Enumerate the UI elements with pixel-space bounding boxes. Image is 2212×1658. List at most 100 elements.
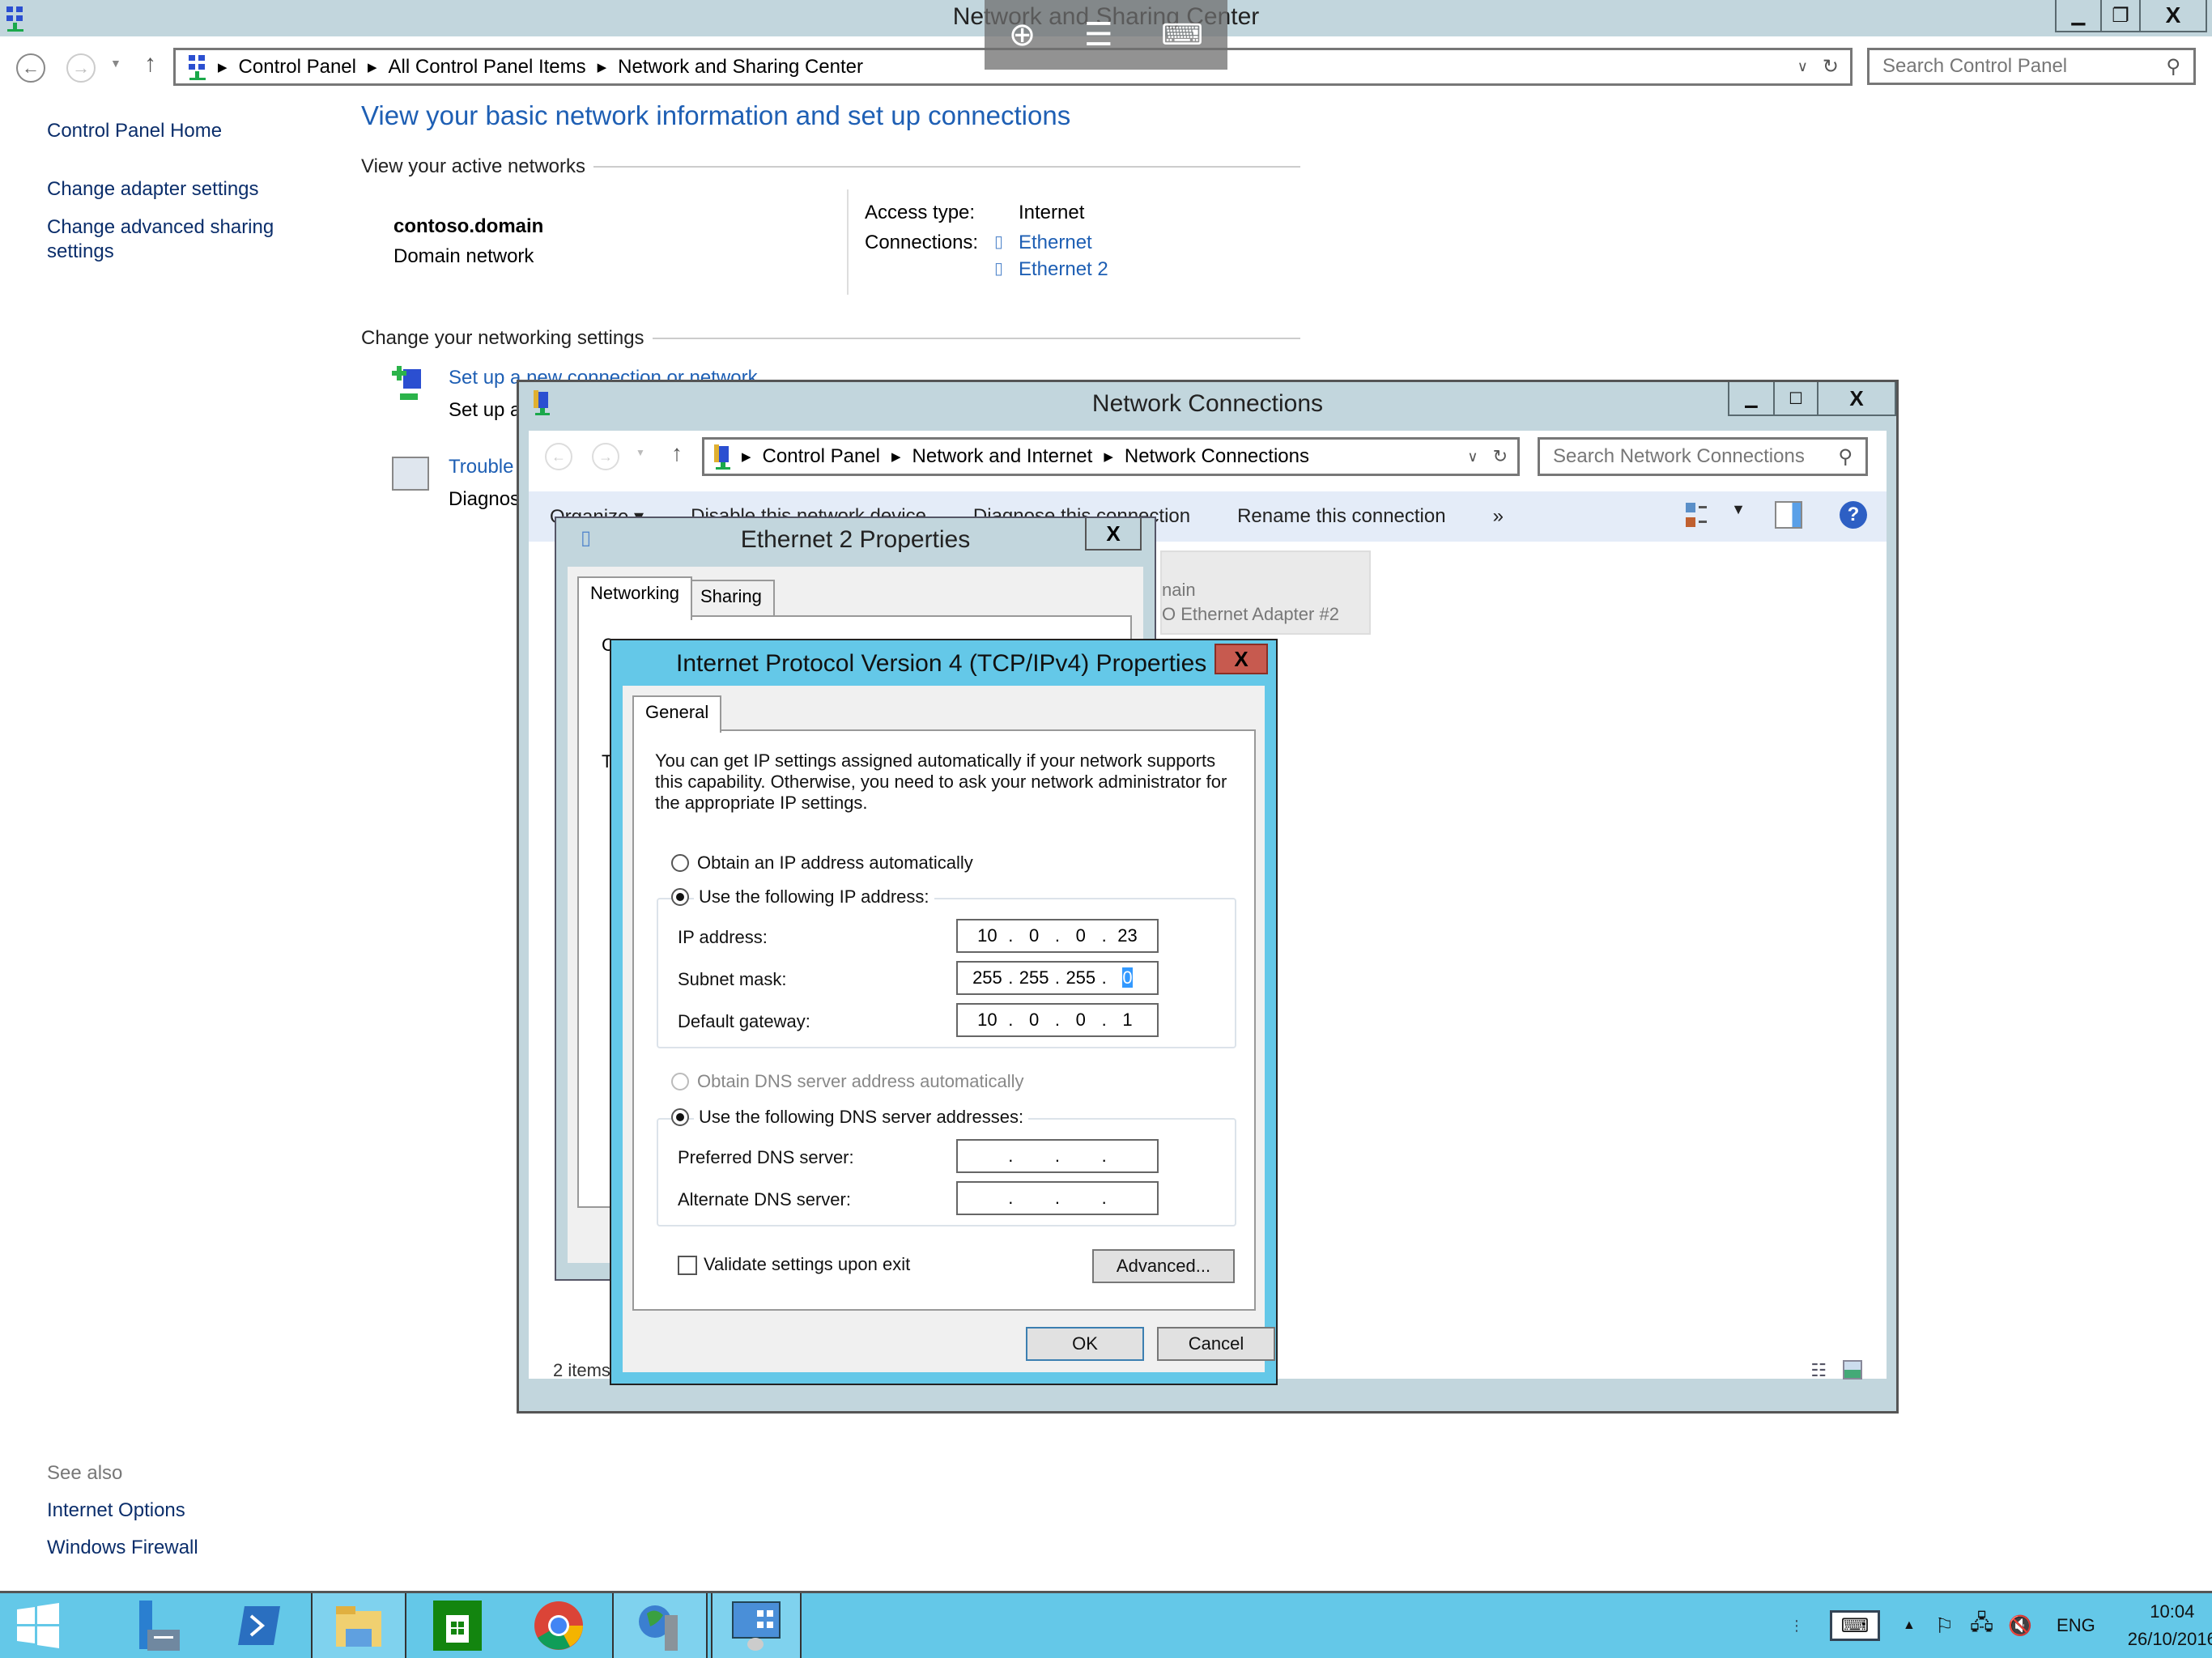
large-icons-view-icon[interactable] (1843, 1360, 1862, 1380)
troubleshoot-link[interactable]: Trouble (449, 456, 513, 478)
close-button[interactable]: X (2139, 0, 2206, 31)
address-dropdown-icon[interactable]: ∨ (1797, 58, 1808, 75)
zoom-in-icon[interactable]: ⊕ (1009, 16, 1036, 53)
breadcrumb-control-panel[interactable]: Control Panel (239, 56, 356, 79)
control-panel-home-link[interactable]: Control Panel Home (47, 120, 222, 142)
details-view-icon[interactable]: ☷ (1810, 1360, 1827, 1381)
taskbar-server-manager[interactable] (121, 1593, 191, 1658)
ipv4-close-button[interactable]: X (1214, 644, 1268, 674)
obtain-ip-auto-radio[interactable] (671, 854, 689, 872)
advanced-button[interactable]: Advanced... (1092, 1249, 1235, 1283)
back-arrow-icon: ← (22, 57, 40, 78)
use-static-dns-radio[interactable] (671, 1108, 689, 1126)
control-panel-icon (732, 1601, 781, 1651)
tab-networking[interactable]: Networking (577, 576, 693, 620)
item-count: 2 items (553, 1360, 610, 1380)
tab-sharing[interactable]: Sharing (687, 580, 775, 615)
nc-window-title: Network Connections (1091, 390, 1324, 417)
help-icon[interactable]: ? (1840, 501, 1867, 529)
language-indicator[interactable]: ENG (2057, 1615, 2095, 1636)
see-also-label: See also (47, 1462, 123, 1484)
taskbar-store[interactable] (429, 1593, 486, 1658)
cancel-button[interactable]: Cancel (1157, 1327, 1275, 1361)
forward-button[interactable]: → (66, 53, 96, 83)
troubleshoot-icon (392, 457, 429, 491)
change-view-icon[interactable] (1684, 500, 1716, 532)
forward-arrow-icon: → (598, 448, 613, 465)
clock[interactable]: 10:04 26/10/2016 (2128, 1598, 2212, 1653)
tab-general[interactable]: General (632, 695, 722, 733)
nc-forward-button[interactable]: → (592, 443, 619, 470)
restore-button[interactable]: ❐ (2100, 0, 2139, 31)
nc-up-button[interactable]: ↑ (671, 440, 683, 466)
ethernet-adapter-icon: ▯ (994, 260, 1004, 278)
ethernet-2-link[interactable]: Ethernet 2 (1019, 258, 1108, 281)
nc-close-button[interactable]: X (1817, 382, 1895, 414)
rename-connection-command[interactable]: Rename this connection (1237, 505, 1445, 528)
preview-pane-icon[interactable] (1775, 501, 1802, 529)
nc-recent-dropdown[interactable]: ▼ (636, 447, 645, 458)
setup-connection-desc: Set up a (449, 399, 521, 421)
taskbar-control-panel[interactable] (711, 1593, 802, 1658)
action-center-flag-icon[interactable]: ⚐ (1935, 1613, 1954, 1639)
search-control-panel-input[interactable]: Search Control Panel ⚲ (1867, 48, 2196, 85)
taskbar-network-tool[interactable] (612, 1593, 708, 1658)
ethernet-2-list-item[interactable]: nain O Ethernet Adapter #2 (1160, 551, 1371, 635)
change-adapter-settings-link[interactable]: Change adapter settings (47, 178, 259, 201)
windows-firewall-link[interactable]: Windows Firewall (47, 1537, 198, 1559)
access-type-label: Access type: (865, 202, 976, 223)
minimize-button[interactable]: ▁ (2057, 0, 2100, 31)
menu-icon[interactable]: ☰ (1084, 16, 1113, 53)
breadcrumb-separator-icon: ▶ (367, 60, 377, 74)
recent-locations-dropdown[interactable]: ▼ (110, 57, 121, 70)
nc-back-button[interactable]: ← (545, 443, 572, 470)
active-networks-label: View your active networks (361, 155, 586, 177)
ok-button[interactable]: OK (1026, 1327, 1144, 1361)
volume-muted-icon[interactable]: 🔇 (2008, 1614, 2032, 1638)
eth2-close-button[interactable]: X (1085, 518, 1142, 551)
taskbar-file-explorer[interactable] (311, 1593, 406, 1658)
nc-breadcrumb-network-connections[interactable]: Network Connections (1125, 445, 1309, 468)
validate-settings-checkbox[interactable] (678, 1256, 697, 1275)
show-hidden-icons-button[interactable]: ▲ (1903, 1618, 1916, 1633)
nc-breadcrumb-network-internet[interactable]: Network and Internet (912, 445, 1093, 468)
touch-toolbar: ⊕ ☰ ⌨ (985, 0, 1227, 70)
gw-octet-2: 0 (1028, 1010, 1040, 1030)
obtain-dns-auto-radio[interactable] (671, 1073, 689, 1090)
ethernet-link[interactable]: Ethernet (1019, 232, 1092, 254)
eth2-dialog-title: Ethernet 2 Properties (740, 526, 971, 553)
nc-refresh-icon[interactable]: ↻ (1493, 446, 1508, 467)
powershell-icon (238, 1606, 280, 1645)
taskbar: ⋮ ⌨ ▲ ⚐ 🖧 🔇 ENG 10:04 26/10/2016 (0, 1591, 2212, 1658)
alternate-dns-field[interactable]: . . . (956, 1181, 1159, 1215)
nc-address-dropdown-icon[interactable]: ∨ (1467, 449, 1478, 466)
change-advanced-sharing-link[interactable]: Change advanced sharing settings (47, 215, 290, 264)
breadcrumb-separator-icon: ▶ (891, 450, 901, 464)
taskbar-powershell[interactable] (227, 1593, 291, 1658)
nc-minimize-button[interactable]: ▁ (1729, 382, 1773, 414)
refresh-icon[interactable]: ↻ (1823, 55, 1839, 79)
use-static-ip-radio[interactable] (671, 888, 689, 906)
more-commands-button[interactable]: » (1493, 505, 1504, 528)
nc-maximize-button[interactable]: ☐ (1773, 382, 1817, 414)
nc-address-bar[interactable]: ▶ Control Panel ▶ Network and Internet ▶… (702, 437, 1520, 476)
view-dropdown-icon[interactable]: ▼ (1731, 501, 1746, 518)
nc-breadcrumb-control-panel[interactable]: Control Panel (763, 445, 880, 468)
subnet-mask-field[interactable]: 255. 255. 255. 0 (956, 961, 1159, 995)
start-button[interactable] (11, 1593, 65, 1658)
back-button[interactable]: ← (16, 53, 45, 83)
ip-address-field[interactable]: 10. 0. 0. 23 (956, 919, 1159, 953)
up-button[interactable]: ↑ (144, 50, 156, 78)
internet-options-link[interactable]: Internet Options (47, 1499, 185, 1522)
default-gateway-field[interactable]: 10. 0. 0. 1 (956, 1003, 1159, 1037)
network-status-icon[interactable]: 🖧 (1970, 1608, 1993, 1643)
mask-octet-3: 255 (1066, 967, 1096, 988)
change-settings-label: Change your networking settings (361, 327, 644, 349)
search-network-connections-input[interactable]: Search Network Connections ⚲ (1538, 437, 1868, 476)
touch-keyboard-icon[interactable]: ⌨ (1830, 1610, 1880, 1641)
taskbar-chrome[interactable] (526, 1593, 591, 1658)
breadcrumb-all-items[interactable]: All Control Panel Items (389, 56, 586, 79)
breadcrumb-network-center[interactable]: Network and Sharing Center (618, 56, 863, 79)
keyboard-icon[interactable]: ⌨ (1161, 18, 1203, 52)
preferred-dns-field[interactable]: . . . (956, 1139, 1159, 1173)
